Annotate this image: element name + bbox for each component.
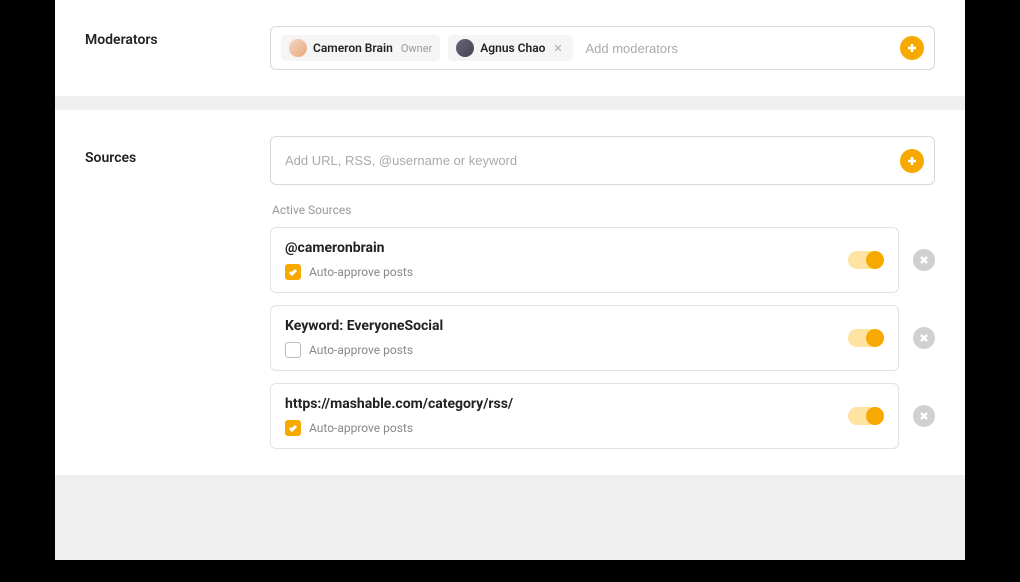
moderator-chip: Agnus Chao bbox=[448, 35, 573, 61]
sources-input-wrap bbox=[270, 136, 935, 185]
source-enable-toggle[interactable] bbox=[848, 407, 884, 425]
moderators-input[interactable] bbox=[581, 37, 892, 60]
delete-source-button[interactable] bbox=[913, 327, 935, 349]
moderator-name: Agnus Chao bbox=[480, 41, 545, 55]
source-card: @cameronbrain Auto-approve posts bbox=[270, 227, 899, 293]
source-title: @cameronbrain bbox=[285, 240, 413, 256]
source-title: https://mashable.com/category/rss/ bbox=[285, 396, 513, 412]
delete-source-button[interactable] bbox=[913, 405, 935, 427]
auto-approve-label: Auto-approve posts bbox=[309, 421, 413, 435]
add-source-button[interactable] bbox=[900, 149, 924, 173]
source-card: https://mashable.com/category/rss/ Auto-… bbox=[270, 383, 899, 449]
avatar bbox=[456, 39, 474, 57]
remove-moderator-button[interactable] bbox=[551, 41, 565, 55]
auto-approve-label: Auto-approve posts bbox=[309, 265, 413, 279]
moderators-label: Moderators bbox=[85, 26, 270, 70]
moderators-content: Cameron Brain Owner Agnus Chao bbox=[270, 26, 935, 70]
moderator-chip: Cameron Brain Owner bbox=[281, 35, 440, 61]
delete-source-button[interactable] bbox=[913, 249, 935, 271]
sources-input[interactable] bbox=[281, 145, 892, 176]
auto-approve-checkbox[interactable] bbox=[285, 264, 301, 280]
avatar bbox=[289, 39, 307, 57]
source-title: Keyword: EveryoneSocial bbox=[285, 318, 443, 334]
moderators-input-wrap: Cameron Brain Owner Agnus Chao bbox=[270, 26, 935, 70]
source-row: @cameronbrain Auto-approve posts bbox=[270, 227, 935, 293]
moderator-role: Owner bbox=[401, 42, 432, 55]
source-row: https://mashable.com/category/rss/ Auto-… bbox=[270, 383, 935, 449]
source-row: Keyword: EveryoneSocial Auto-approve pos… bbox=[270, 305, 935, 371]
source-card: Keyword: EveryoneSocial Auto-approve pos… bbox=[270, 305, 899, 371]
sources-label: Sources bbox=[85, 136, 270, 449]
moderator-name: Cameron Brain bbox=[313, 41, 393, 55]
source-enable-toggle[interactable] bbox=[848, 329, 884, 347]
add-moderator-button[interactable] bbox=[900, 36, 924, 60]
auto-approve-label: Auto-approve posts bbox=[309, 343, 413, 357]
source-enable-toggle[interactable] bbox=[848, 251, 884, 269]
moderators-panel: Moderators Cameron Brain Owner Agnus Cha… bbox=[55, 0, 965, 96]
auto-approve-checkbox[interactable] bbox=[285, 342, 301, 358]
active-sources-heading: Active Sources bbox=[272, 203, 935, 217]
sources-content: Active Sources @cameronbrain Auto-approv… bbox=[270, 136, 935, 449]
sources-panel: Sources Active Sources @cameronbrain bbox=[55, 110, 965, 475]
auto-approve-checkbox[interactable] bbox=[285, 420, 301, 436]
